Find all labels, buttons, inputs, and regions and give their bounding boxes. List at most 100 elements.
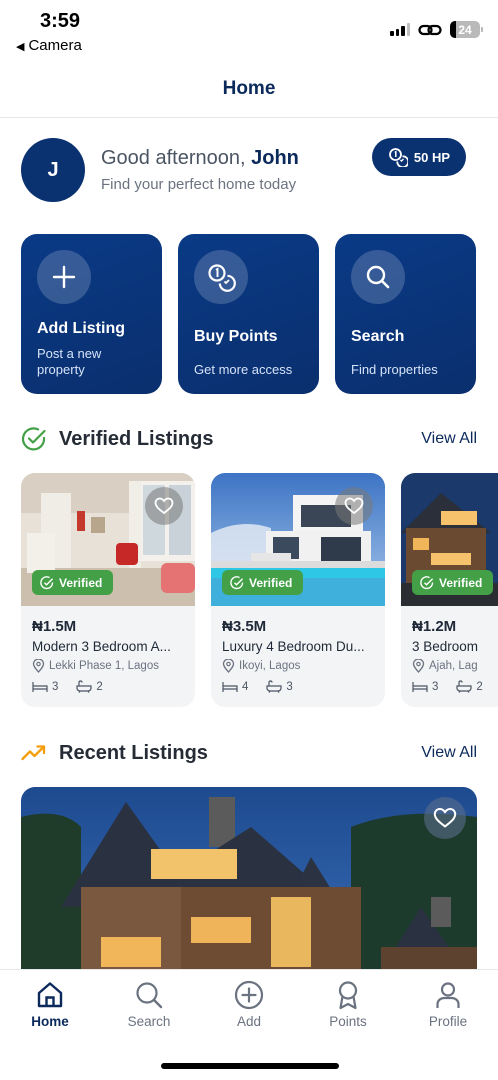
listing-location-text: Ikoyi, Lagos — [239, 660, 301, 672]
home-indicator[interactable] — [161, 1063, 339, 1069]
status-bar: 3:59 ◀ Camera 24 — [0, 0, 498, 60]
listing-card[interactable]: Verified ₦3.5M Luxury 4 Bedroom Du... Ik… — [211, 473, 385, 707]
bed-icon — [222, 681, 238, 692]
recent-listings-title: Recent Listings — [59, 741, 208, 764]
recent-listing-photo — [21, 787, 477, 987]
user-name: John — [251, 147, 299, 169]
tab-search[interactable]: Search — [109, 980, 189, 1029]
verified-listings-header: Verified Listings View All — [21, 424, 477, 454]
verified-check-icon — [420, 575, 434, 589]
favorite-heart-icon[interactable] — [424, 797, 466, 839]
page-title: Home — [222, 77, 276, 99]
points-badge-label: 50 HP — [413, 149, 451, 165]
listing-location: Ajah, Lag — [412, 659, 478, 673]
listing-location-text: Lekki Phase 1, Lagos — [49, 660, 159, 672]
points-badge-button[interactable]: 50 HP — [372, 138, 466, 176]
back-to-camera[interactable]: ◀ Camera — [16, 37, 82, 54]
signal-icon — [390, 23, 410, 36]
buy-points-card[interactable]: Buy Points Get more access — [178, 234, 319, 394]
listing-features: 3 2 — [32, 680, 103, 693]
search-card[interactable]: Search Find properties — [335, 234, 476, 394]
tab-home[interactable]: Home — [10, 980, 90, 1029]
tab-points[interactable]: Points — [308, 980, 388, 1029]
location-pin-icon — [222, 659, 235, 673]
trending-up-icon — [21, 745, 46, 761]
verified-check-icon — [40, 575, 54, 589]
link-icon — [418, 24, 442, 35]
verified-check-icon — [21, 427, 46, 451]
beds-count: 4 — [242, 680, 249, 693]
add-listing-card[interactable]: Add Listing Post a new property — [21, 234, 162, 394]
tab-add[interactable]: Add — [209, 980, 289, 1029]
favorite-heart-icon[interactable] — [145, 487, 183, 525]
greeting-subtitle: Find your perfect home today — [101, 176, 297, 193]
bed-icon — [32, 681, 48, 692]
tab-points-label: Points — [329, 1014, 367, 1029]
listing-price: ₦1.5M — [32, 618, 77, 635]
search-card-subtitle: Find properties — [351, 362, 438, 377]
listing-features: 3 2 — [412, 680, 483, 693]
back-triangle-icon: ◀ — [16, 41, 25, 53]
recent-view-all-link[interactable]: View All — [421, 744, 477, 762]
verified-listings-title: Verified Listings — [59, 427, 214, 450]
tab-add-label: Add — [236, 1014, 262, 1029]
listing-price: ₦3.5M — [222, 618, 267, 635]
status-time: 3:59 — [40, 10, 81, 32]
baths-count: 2 — [96, 680, 103, 693]
coins-icon — [389, 148, 408, 167]
search-icon — [136, 982, 163, 1009]
greeting-salutation: Good afternoon, — [101, 147, 246, 169]
beds-count: 3 — [432, 680, 439, 693]
location-pin-icon — [412, 659, 425, 673]
verified-badge: Verified — [412, 570, 494, 595]
listing-card[interactable]: Verified ₦1.2M 3 Bedroom Ajah, Lag 3 2 — [401, 473, 498, 707]
greeting-text: Good afternoon, John — [101, 147, 299, 170]
bed-icon — [412, 681, 428, 692]
baths-count: 3 — [286, 680, 293, 693]
app-header: Home — [0, 60, 498, 118]
listing-location-text: Ajah, Lag — [429, 660, 478, 672]
verified-badge-label: Verified — [439, 575, 483, 590]
favorite-heart-icon[interactable] — [335, 487, 373, 525]
home-screen: 3:59 ◀ Camera 24 Home J Good afternoon, J… — [0, 0, 498, 1080]
coins-icon — [194, 250, 248, 304]
plus-icon — [37, 250, 91, 304]
search-card-title: Search — [351, 328, 405, 345]
baths-count: 2 — [476, 680, 483, 693]
user-icon — [436, 982, 460, 1008]
tab-home-label: Home — [31, 1014, 69, 1029]
home-icon — [37, 982, 63, 1008]
tab-profile[interactable]: Profile — [408, 980, 488, 1029]
listing-card[interactable]: Verified ₦1.5M Modern 3 Bedroom A... Lek… — [21, 473, 195, 707]
status-indicators: 24 — [390, 21, 483, 38]
verified-badge: Verified — [222, 570, 304, 595]
listing-name: Modern 3 Bedroom A... — [32, 639, 171, 654]
tab-search-label: Search — [127, 1014, 171, 1029]
tab-profile-label: Profile — [428, 1014, 468, 1029]
bath-icon — [76, 680, 93, 693]
award-icon — [338, 981, 358, 1010]
recent-listing-card[interactable] — [21, 787, 477, 987]
search-icon — [351, 250, 405, 304]
battery-level: 24 — [458, 22, 472, 37]
battery-icon: 24 — [450, 21, 483, 38]
bath-icon — [266, 680, 283, 693]
beds-count: 3 — [52, 680, 59, 693]
verified-badge-label: Verified — [59, 575, 103, 590]
avatar[interactable]: J — [21, 138, 85, 202]
buy-points-title: Buy Points — [194, 328, 278, 345]
bath-icon — [456, 680, 473, 693]
listing-features: 4 3 — [222, 680, 293, 693]
verified-view-all-link[interactable]: View All — [421, 430, 477, 448]
listing-name: Luxury 4 Bedroom Du... — [222, 639, 365, 654]
add-listing-subtitle: Post a new property — [37, 346, 102, 377]
add-circle-icon — [234, 980, 264, 1010]
listing-location: Lekki Phase 1, Lagos — [32, 659, 159, 673]
recent-listings-header: Recent Listings View All — [21, 738, 477, 768]
back-label: Camera — [28, 37, 82, 54]
listing-location: Ikoyi, Lagos — [222, 659, 300, 673]
listing-name: 3 Bedroom — [412, 639, 479, 654]
location-pin-icon — [32, 659, 45, 673]
verified-check-icon — [230, 575, 244, 589]
verified-badge-label: Verified — [249, 575, 293, 590]
